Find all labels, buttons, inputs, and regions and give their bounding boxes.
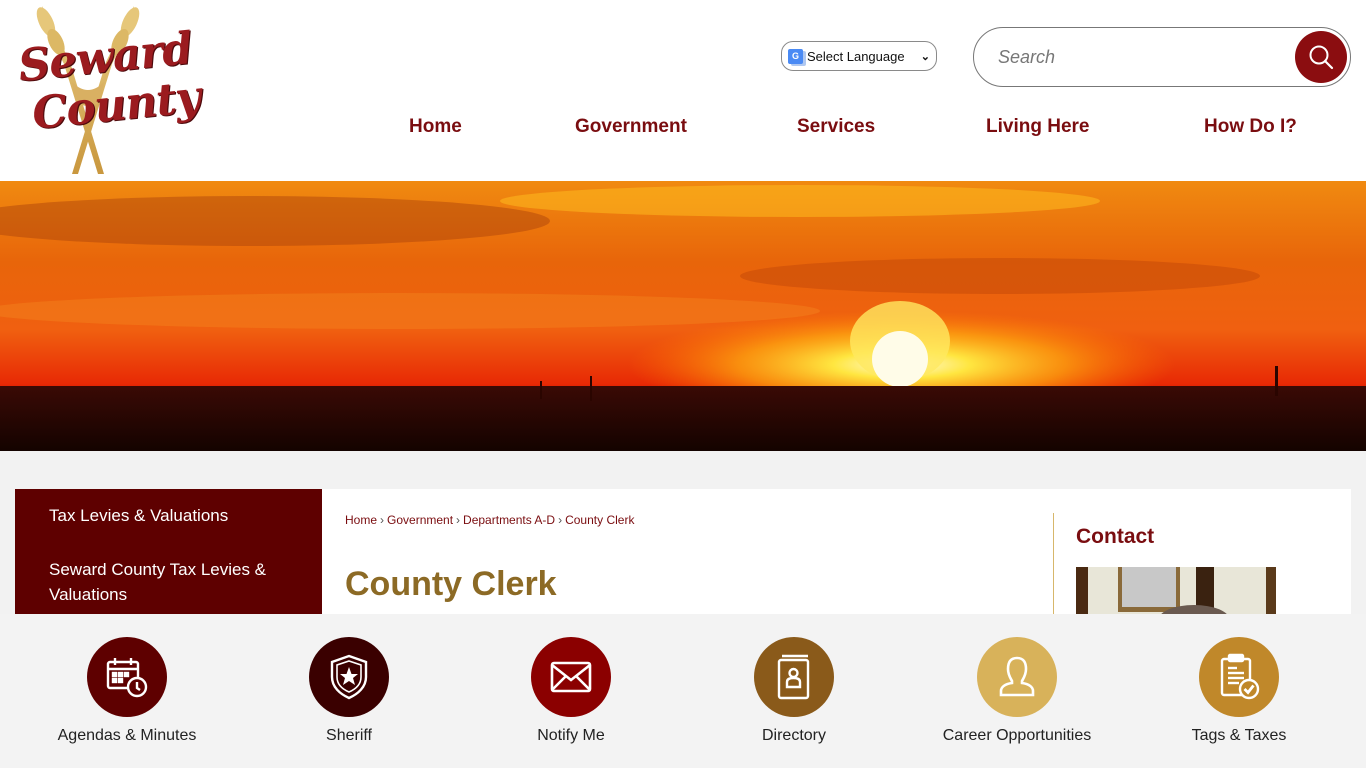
breadcrumb-separator: ›: [558, 513, 563, 527]
sunset-banner-image: [0, 181, 1366, 451]
quick-link-label: Notify Me: [537, 727, 605, 744]
breadcrumb-departments[interactable]: Departments A-D: [463, 513, 555, 527]
calendar-clock-icon: [106, 658, 148, 698]
search-box: [973, 27, 1351, 87]
nav-how-do-i[interactable]: How Do I?: [1204, 116, 1297, 138]
breadcrumb-government[interactable]: Government: [387, 513, 453, 527]
nav-living-here[interactable]: Living Here: [986, 116, 1089, 138]
quick-links-bar: Agendas & Minutes Sheriff Notify Me Dire…: [0, 614, 1366, 768]
sidebar-item-tax-levies[interactable]: Tax Levies & Valuations: [49, 503, 228, 528]
nav-home[interactable]: Home: [409, 116, 462, 138]
quick-link-tags-taxes[interactable]: Tags & Taxes: [1128, 637, 1350, 745]
content-divider: [1053, 513, 1054, 623]
contact-book-icon: [777, 654, 810, 700]
search-icon: [1309, 45, 1334, 70]
chevron-down-icon: ⌄: [920, 50, 930, 63]
quick-link-career-opportunities[interactable]: Career Opportunities: [906, 637, 1128, 745]
quick-link-directory[interactable]: Directory: [683, 637, 905, 745]
clipboard-check-icon: [1220, 653, 1260, 700]
quick-link-label: Career Opportunities: [942, 727, 1092, 744]
search-input[interactable]: [998, 42, 1278, 72]
sidebar-item-seward-tax-levies[interactable]: Seward County Tax Levies & Valuations: [49, 557, 289, 607]
quick-link-label: Tags & Taxes: [1191, 727, 1287, 744]
nav-services[interactable]: Services: [797, 116, 875, 138]
quick-link-notify-me[interactable]: Notify Me: [460, 637, 682, 745]
envelope-icon: [550, 661, 592, 693]
quick-link-label: Sheriff: [326, 727, 372, 744]
page-title: County Clerk: [345, 565, 557, 603]
hero-banner: [0, 181, 1366, 451]
person-icon: [999, 656, 1035, 697]
quick-link-sheriff[interactable]: Sheriff: [238, 637, 460, 745]
site-header: Seward County G Select Language ⌄ Home G…: [0, 0, 1366, 181]
language-select[interactable]: G Select Language ⌄: [781, 41, 937, 71]
seward-county-logo[interactable]: Seward County: [12, 2, 202, 178]
breadcrumb-separator: ›: [380, 513, 385, 527]
main-nav: Home Government Services Living Here How…: [0, 116, 1366, 142]
language-select-value: Select Language: [807, 48, 905, 64]
google-translate-icon: G: [788, 48, 803, 64]
quick-link-label: Agendas & Minutes: [57, 727, 197, 744]
breadcrumb-current[interactable]: County Clerk: [565, 513, 634, 527]
quick-link-label: Directory: [761, 727, 826, 744]
shield-star-icon: [330, 654, 368, 700]
contact-photo: [1076, 567, 1276, 617]
nav-government[interactable]: Government: [575, 116, 687, 138]
search-button[interactable]: [1295, 31, 1347, 83]
breadcrumb-home[interactable]: Home: [345, 513, 377, 527]
breadcrumb: Home › Government › Departments A-D › County C…: [345, 513, 634, 527]
quick-link-agendas[interactable]: Agendas & Minutes: [16, 637, 238, 745]
breadcrumb-separator: ›: [456, 513, 461, 527]
sidebar-nav: Tax Levies & Valuations Seward County Ta…: [15, 489, 322, 629]
contact-heading: Contact: [1076, 525, 1155, 548]
